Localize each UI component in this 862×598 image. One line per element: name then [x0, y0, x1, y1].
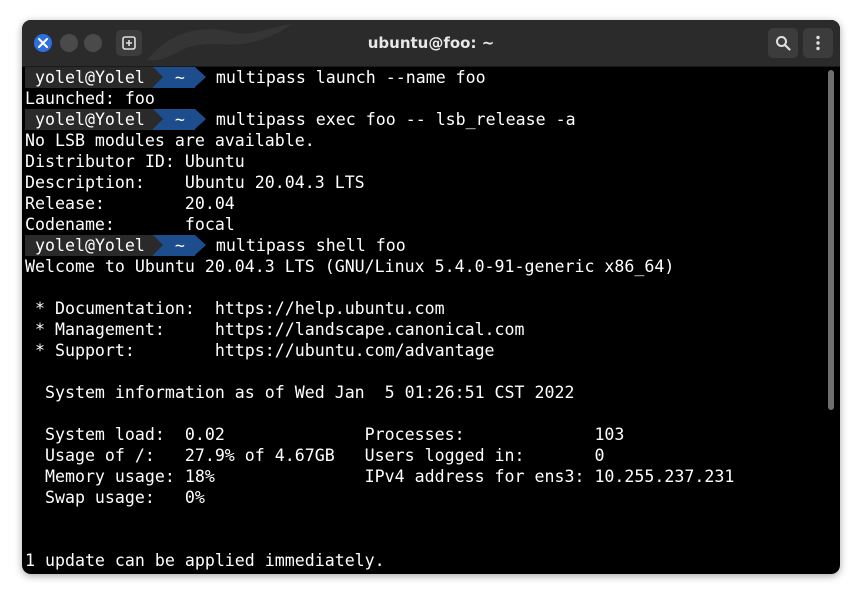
command-text: multipass exec foo -- lsb_release -a: [215, 110, 576, 129]
output-line: System load: 0.02 Processes: 103: [25, 425, 625, 444]
prompt-directory: ~: [152, 67, 195, 88]
prompt-arrow: [194, 235, 206, 255]
output-line: Swap usage: 0%: [25, 488, 205, 507]
prompt-user-host: yolel@Yolel: [25, 109, 153, 130]
scrollbar[interactable]: [828, 70, 834, 410]
output-line: Distributor ID: Ubuntu: [25, 152, 245, 171]
shell-prompt: yolel@Yolel ~: [25, 67, 206, 88]
output-line: * Support: https://ubuntu.com/advantage: [25, 341, 495, 360]
prompt-arrow: [194, 109, 206, 129]
output-line: Codename: focal: [25, 215, 235, 234]
menu-button[interactable]: [803, 28, 833, 58]
prompt-line: yolel@Yolel ~ multipass exec foo -- lsb_re…: [25, 109, 825, 130]
output-line: No LSB modules are available.: [25, 131, 315, 150]
prompt-directory: ~: [152, 235, 195, 256]
output-line: * Documentation: https://help.ubuntu.com: [25, 299, 445, 318]
output-line: System information as of Wed Jan 5 01:26…: [25, 383, 575, 402]
command-text: multipass shell foo: [215, 236, 406, 255]
search-button[interactable]: [768, 28, 798, 58]
output-line: Release: 20.04: [25, 194, 235, 213]
prompt-directory: ~: [152, 109, 195, 130]
kebab-menu-icon: [816, 35, 820, 51]
prompt-user-host: yolel@Yolel: [25, 235, 153, 256]
output-line: Description: Ubuntu 20.04.3 LTS: [25, 173, 365, 192]
terminal-window: ubuntu@foo: ~ yolel@Yolel ~ multipass laun…: [22, 20, 840, 574]
prompt-user-host: yolel@Yolel: [25, 67, 153, 88]
command-text: multipass launch --name foo: [215, 68, 486, 87]
title-bar[interactable]: ubuntu@foo: ~: [22, 20, 840, 67]
prompt-line: yolel@Yolel ~ multipass shell foo: [25, 235, 825, 256]
shell-prompt: yolel@Yolel ~: [25, 235, 206, 256]
output-line: Welcome to Ubuntu 20.04.3 LTS (GNU/Linux…: [25, 257, 675, 276]
output-line: 1 update can be applied immediately.: [25, 551, 385, 570]
shell-prompt: yolel@Yolel ~: [25, 109, 206, 130]
output-line: * Management: https://landscape.canonica…: [25, 320, 525, 339]
prompt-arrow: [194, 67, 206, 87]
prompt-line: yolel@Yolel ~ multipass launch --name foo: [25, 67, 825, 88]
output-line: Memory usage: 18% IPv4 address for ens3:…: [25, 467, 735, 486]
window-title: ubuntu@foo: ~: [367, 34, 495, 52]
output-line: Launched: foo: [25, 89, 155, 108]
search-icon: [776, 36, 791, 51]
output-line: Usage of /: 27.9% of 4.67GB Users logged…: [25, 446, 605, 465]
terminal-output[interactable]: yolel@Yolel ~ multipass launch --name foo L…: [25, 67, 825, 574]
